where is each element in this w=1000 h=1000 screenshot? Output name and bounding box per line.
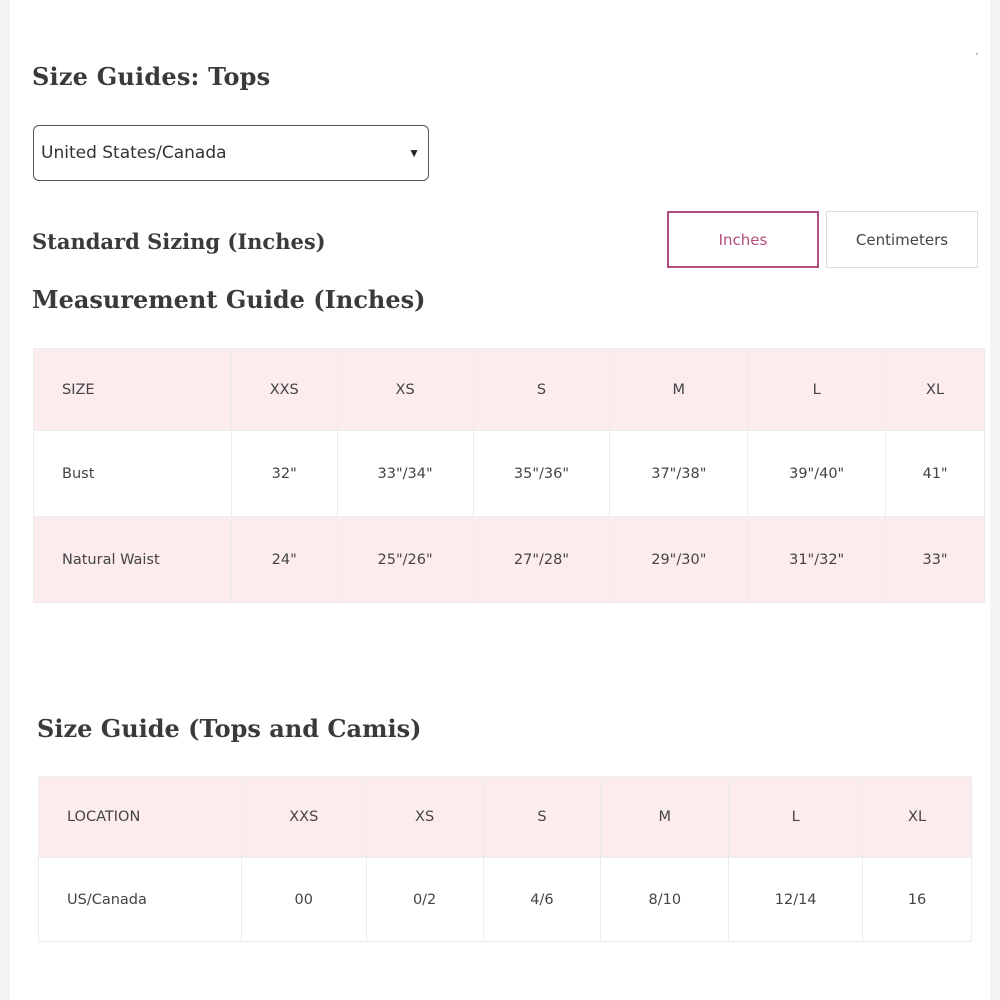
table-cell: 00 (240, 857, 367, 942)
table-header-cell: XL (862, 776, 972, 858)
table-header-cell: LOCATION (38, 776, 242, 858)
table-header-cell: L (728, 776, 864, 858)
table-cell: 29"/30" (609, 516, 749, 603)
table-cell: 27"/28" (472, 516, 611, 603)
centimeters-button[interactable]: Centimeters (826, 211, 978, 268)
table-row-label: US/Canada (38, 857, 242, 942)
table-row-us-canada: US/Canada 00 0/2 4/6 8/10 12/14 16 (38, 857, 972, 942)
table-header-row: SIZE XXS XS S M L XL (33, 348, 985, 431)
table-cell: 33" (885, 516, 985, 603)
table-cell: 16 (862, 857, 972, 942)
table-header-cell: M (600, 776, 730, 858)
table-row-label: Natural Waist (33, 516, 232, 603)
table-row-label: Bust (33, 430, 232, 517)
table-cell: 39"/40" (747, 430, 887, 517)
inches-button[interactable]: Inches (667, 211, 819, 268)
size-guide-page: ’ Size Guides: Tops United States/Canada… (10, 0, 990, 1000)
region-select[interactable]: United States/Canada ▼ (33, 125, 429, 181)
standard-sizing-heading: Standard Sizing (Inches) (32, 229, 326, 254)
table-cell: 25"/26" (336, 516, 474, 603)
measurement-guide-table: SIZE XXS XS S M L XL Bust 32" 33"/34" 35… (33, 348, 985, 603)
caret-down-icon: ▼ (408, 146, 420, 160)
region-select-value: United States/Canada (41, 143, 227, 163)
table-header-cell: M (609, 348, 749, 431)
table-header-cell: XL (885, 348, 985, 431)
table-cell: 31"/32" (747, 516, 887, 603)
size-guide-camis-heading: Size Guide (Tops and Camis) (37, 714, 422, 743)
table-cell: 37"/38" (609, 430, 749, 517)
table-header-row: LOCATION XXS XS S M L XL (38, 776, 972, 858)
table-header-cell: L (747, 348, 887, 431)
table-cell: 32" (230, 430, 338, 517)
table-cell: 0/2 (365, 857, 484, 942)
table-header-cell: XXS (240, 776, 367, 858)
table-cell: 33"/34" (336, 430, 474, 517)
table-cell: 8/10 (600, 857, 730, 942)
table-cell: 35"/36" (472, 430, 611, 517)
corner-mark: ’ (975, 52, 978, 63)
table-header-cell: XS (365, 776, 484, 858)
page-title: Size Guides: Tops (32, 62, 271, 91)
table-header-cell: XXS (230, 348, 338, 431)
size-guide-table: LOCATION XXS XS S M L XL US/Canada 00 0/… (38, 776, 972, 942)
table-cell: 12/14 (728, 857, 864, 942)
table-cell: 24" (230, 516, 338, 603)
table-header-cell: S (482, 776, 602, 858)
table-header-cell: S (472, 348, 611, 431)
table-header-cell: XS (336, 348, 474, 431)
measurement-guide-heading: Measurement Guide (Inches) (32, 285, 426, 314)
table-cell: 41" (885, 430, 985, 517)
table-row-bust: Bust 32" 33"/34" 35"/36" 37"/38" 39"/40"… (33, 430, 985, 517)
table-cell: 4/6 (482, 857, 602, 942)
table-header-cell: SIZE (33, 348, 232, 431)
table-row-natural-waist: Natural Waist 24" 25"/26" 27"/28" 29"/30… (33, 516, 985, 603)
